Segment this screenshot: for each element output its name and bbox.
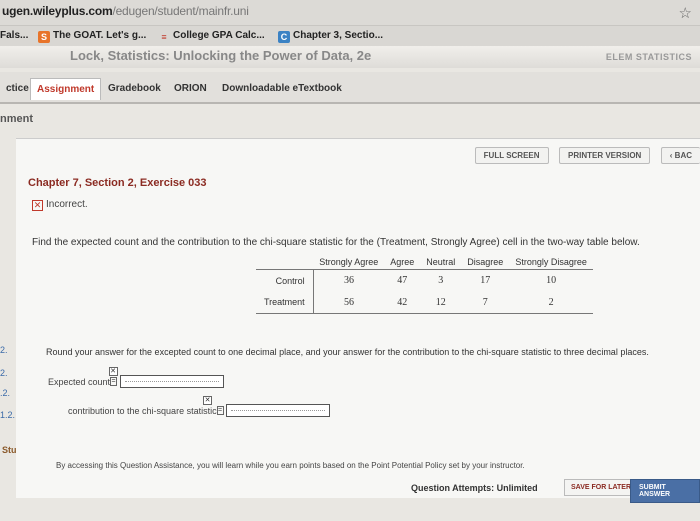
table-header: Agree — [384, 255, 421, 270]
printer-version-button[interactable]: PRINTER VERSION — [558, 147, 651, 164]
exercise-title: Chapter 7, Section 2, Exercise 033 — [28, 177, 207, 189]
browser-url-bar[interactable]: ugen.wileyplus.com/edugen/student/mainfr… — [0, 0, 700, 26]
full-screen-button[interactable]: FULL SCREEN — [474, 147, 549, 164]
bookmark-star-icon[interactable]: ☆ — [679, 4, 692, 22]
url-host: ugen.wileyplus.com — [2, 4, 113, 18]
attempts-label: Question Attempts: Unlimited — [411, 483, 538, 493]
table-header: Neutral — [420, 255, 462, 270]
two-way-table: Strongly Agree Agree Neutral Disagree St… — [256, 255, 593, 314]
table-cell: 2 — [509, 291, 593, 314]
table-cell: 10 — [546, 275, 557, 287]
table-row: Treatment 56 42 12 7 2 — [256, 291, 593, 314]
tab-assignment[interactable]: Assignment — [30, 78, 102, 100]
tab-orion[interactable]: ORION — [168, 78, 213, 100]
table-corner — [256, 255, 314, 270]
gutter-item[interactable]: 2. — [0, 345, 8, 355]
status-indicator: ✕ Incorrect. — [32, 199, 88, 211]
rounding-instructions: Round your answer for the excepted count… — [46, 347, 649, 357]
table-cell: 7 — [461, 291, 510, 314]
question-text: Find the expected count and the contribu… — [32, 237, 640, 248]
table-header: Disagree — [461, 255, 510, 270]
assistance-note: By accessing this Question Assistance, y… — [56, 461, 525, 470]
question-footer: Question Attempts: Unlimited SAVE FOR LA… — [16, 477, 700, 503]
table-cell: 36 — [343, 275, 354, 287]
save-for-later-button[interactable]: SAVE FOR LATER — [564, 479, 639, 496]
url-text[interactable]: ugen.wileyplus.com/edugen/student/mainfr… — [2, 4, 249, 18]
bookmark-gpa-calc[interactable]: ≡ College GPA Calc... — [158, 30, 265, 43]
equals-icon: = — [110, 377, 118, 386]
incorrect-x-icon: ✕ — [32, 200, 43, 211]
bookmark-label: The GOAT. Let's g... — [53, 30, 147, 41]
table-cell: 3 — [438, 275, 444, 287]
bookmark-goat[interactable]: S The GOAT. Let's g... — [38, 30, 146, 43]
table-header: Strongly Agree — [313, 255, 385, 270]
main-tabs: ctice Assignment Gradebook ORION Downloa… — [0, 72, 700, 104]
table-cell: 12 — [420, 291, 462, 314]
expected-count-label: Expected count — [48, 376, 111, 387]
table-row: Control 36 47 3 17 10 — [256, 269, 593, 292]
submit-answer-button[interactable]: SUBMIT ANSWER — [630, 479, 700, 503]
panel-toolbar: FULL SCREEN PRINTER VERSION ‹ BAC — [469, 145, 700, 164]
calculator-icon: ≡ — [161, 32, 167, 42]
table-cell: 42 — [384, 291, 421, 314]
gutter-item[interactable]: 2. — [0, 368, 8, 378]
book-header: Lock, Statistics: Unlocking the Power of… — [0, 46, 700, 68]
error-marker-icon: ✕ — [203, 396, 213, 405]
bookmark-chapter3[interactable]: C Chapter 3, Sectio... — [278, 30, 383, 43]
error-marker-icon: ✕ — [108, 367, 118, 376]
table-header: Strongly Disagree — [509, 255, 593, 270]
bookmark-label: College GPA Calc... — [173, 30, 265, 41]
book-title: Lock, Statistics: Unlocking the Power of… — [70, 48, 372, 63]
c-icon: C — [278, 31, 290, 43]
equals-icon: = — [216, 406, 224, 415]
row-label: Treatment — [256, 291, 314, 314]
tab-gradebook[interactable]: Gradebook — [102, 78, 167, 100]
back-button[interactable]: ‹ BAC — [660, 147, 700, 164]
table-cell: 47 — [397, 275, 408, 287]
gutter-item[interactable]: 1.2. — [0, 410, 15, 420]
orange-s-icon: S — [38, 31, 50, 43]
bookmarks-bar: Fals... S The GOAT. Let's g... ≡ College G… — [0, 26, 700, 48]
section-label: nment — [0, 113, 33, 125]
table-cell: 56 — [313, 291, 385, 314]
bookmark-label: Fals... — [0, 30, 29, 41]
contribution-input[interactable]: ✕ — [203, 396, 331, 417]
url-path: /edugen/student/mainfr.uni — [112, 4, 249, 18]
bookmark-fals[interactable]: Fals... — [0, 30, 28, 41]
row-label: Control — [256, 269, 314, 292]
book-course-label: ELEM STATISTICS — [605, 52, 692, 62]
contribution-label: contribution to the chi-square statistic — [68, 405, 217, 416]
status-text: Incorrect. — [46, 199, 88, 210]
bookmark-label: Chapter 3, Sectio... — [293, 30, 384, 41]
expected-count-row: Expected count= ✕ — [48, 367, 224, 388]
question-panel: FULL SCREEN PRINTER VERSION ‹ BAC Chapte… — [16, 138, 700, 498]
gutter-item[interactable]: .2. — [0, 388, 10, 398]
expected-count-input[interactable]: ✕ — [108, 367, 224, 388]
table-cell: 17 — [480, 275, 491, 287]
tab-etextbook[interactable]: Downloadable eTextbook — [216, 78, 348, 100]
contribution-row: contribution to the chi-square statistic… — [68, 396, 331, 417]
